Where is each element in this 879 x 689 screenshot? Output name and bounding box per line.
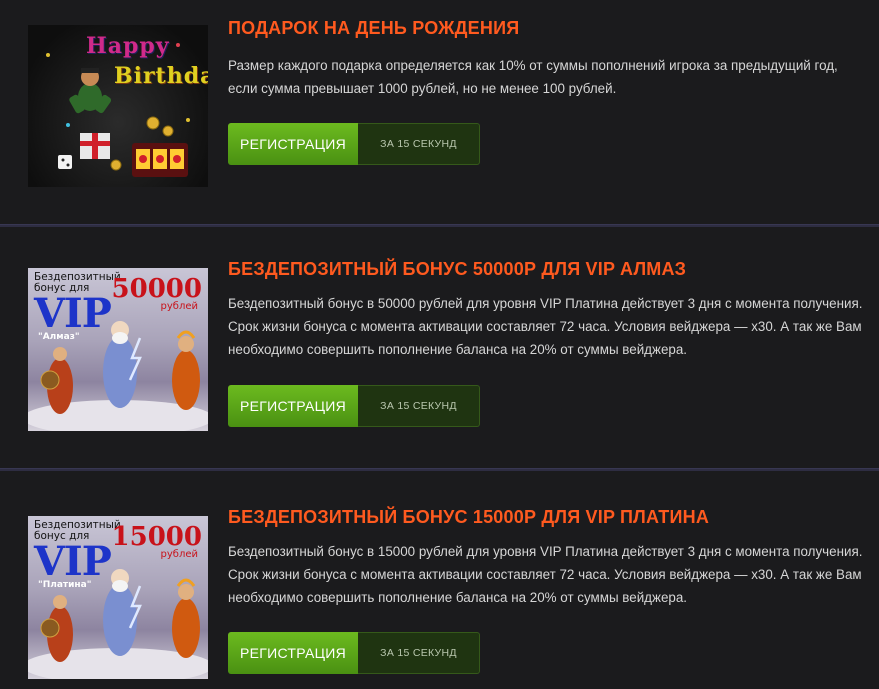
bonus-description: Бездепозитный бонус в 50000 рублей для у… <box>228 296 863 357</box>
register-time-label[interactable]: ЗА 15 СЕКУНД <box>358 632 480 674</box>
bonus-list: Happy Birthday ПОДАРОК НА ДЕНЬ РОЖДЕНИЯ … <box>0 0 879 689</box>
birthday-image-line2: Birthday <box>114 63 208 89</box>
register-button[interactable]: РЕГИСТРАЦИЯ <box>228 632 358 674</box>
vip-image-vip: VIP <box>34 538 112 585</box>
bonus-card-vip-platina: Бездепозитный бонус для VIP "Платина" 15… <box>0 472 879 689</box>
vip-image-amount: 15000 <box>111 522 202 552</box>
register-time-label[interactable]: ЗА 15 СЕКУНД <box>358 385 480 427</box>
vip-image-currency: рублей <box>160 549 198 560</box>
register-cta: РЕГИСТРАЦИЯ ЗА 15 СЕКУНД <box>228 385 480 427</box>
vip-almaz-bonus-image: Бездепозитный бонус для VIP "Алмаз" 5000… <box>28 268 208 431</box>
register-button[interactable]: РЕГИСТРАЦИЯ <box>228 123 358 165</box>
vip-image-amount: 50000 <box>111 274 202 304</box>
bonus-card-vip-almaz: Бездепозитный бонус для VIP "Алмаз" 5000… <box>0 228 879 468</box>
vip-image-vip: VIP <box>34 290 112 337</box>
birthday-bonus-image: Happy Birthday <box>28 25 208 187</box>
register-cta: РЕГИСТРАЦИЯ ЗА 15 СЕКУНД <box>228 123 480 165</box>
section-divider <box>0 468 879 471</box>
bonus-description: Бездепозитный бонус в 15000 рублей для у… <box>228 544 863 605</box>
register-cta: РЕГИСТРАЦИЯ ЗА 15 СЕКУНД <box>228 632 480 674</box>
register-time-label[interactable]: ЗА 15 СЕКУНД <box>358 123 480 165</box>
bonus-title: БЕЗДЕПОЗИТНЫЙ БОНУС 15000Р ДЛЯ VIP ПЛАТИ… <box>228 507 710 527</box>
vip-image-tier: "Платина" <box>38 580 92 590</box>
vip-platina-bonus-image: Бездепозитный бонус для VIP "Платина" 15… <box>28 516 208 679</box>
birthday-image-line1: Happy <box>86 33 170 59</box>
bonus-card-birthday: Happy Birthday ПОДАРОК НА ДЕНЬ РОЖДЕНИЯ … <box>0 0 879 224</box>
register-button[interactable]: РЕГИСТРАЦИЯ <box>228 385 358 427</box>
vip-image-tier: "Алмаз" <box>38 332 80 342</box>
section-divider <box>0 224 879 227</box>
bonus-title: БЕЗДЕПОЗИТНЫЙ БОНУС 50000Р ДЛЯ VIP АЛМАЗ <box>228 259 687 279</box>
bonus-description: Размер каждого подарка определяется как … <box>228 58 838 96</box>
bonus-title: ПОДАРОК НА ДЕНЬ РОЖДЕНИЯ <box>228 18 520 38</box>
vip-image-currency: рублей <box>160 301 198 312</box>
